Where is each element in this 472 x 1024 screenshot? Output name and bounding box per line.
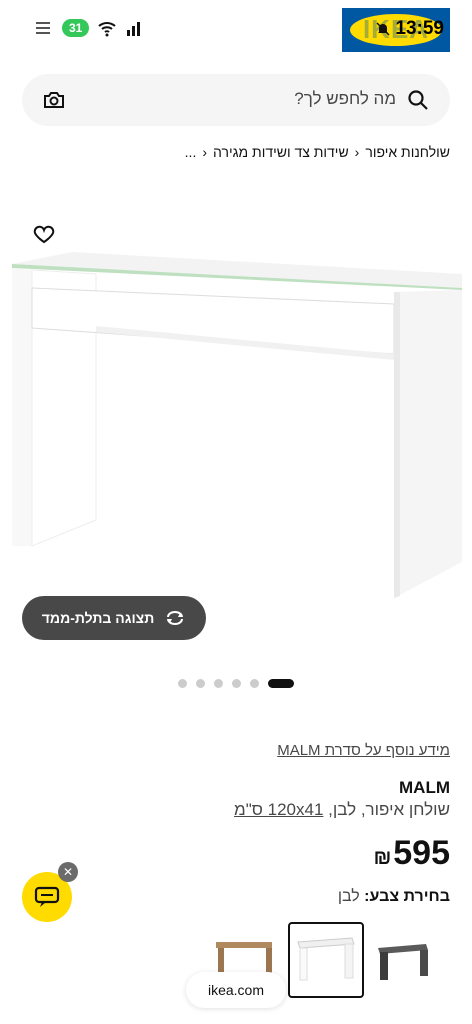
breadcrumb-item-category[interactable]: שידות צד ושידות מגירה [213, 144, 349, 160]
color-label: בחירת צבע: [364, 888, 450, 905]
breadcrumb-item-current[interactable]: שולחנות איפור [365, 144, 450, 160]
product-price: ₪ 595 [374, 836, 450, 870]
time-text: 13:59 [395, 18, 444, 39]
product-name: MALM [399, 778, 450, 797]
menu-icon [36, 22, 50, 34]
pagination-dot-active[interactable] [268, 679, 294, 688]
desk-right-edge [394, 292, 400, 598]
notification-badge: 31 [62, 19, 90, 37]
search-bar[interactable]: מה לחפש לך? [22, 74, 450, 126]
variant-image [297, 937, 355, 981]
variant-image [378, 944, 428, 980]
image-pagination [178, 679, 294, 688]
product-size-link[interactable]: 120x41 ס"מ [234, 800, 323, 819]
pagination-dot[interactable] [178, 679, 187, 688]
browser-url[interactable]: ikea.com [186, 972, 286, 1008]
price-value: 595 [393, 834, 450, 872]
variant-white-selected[interactable] [288, 922, 364, 998]
breadcrumb-item-more[interactable]: ... [185, 144, 197, 160]
view-3d-button[interactable]: תצוגה בתלת-ממד [22, 596, 206, 640]
view-3d-label: תצוגה בתלת-ממד [41, 610, 155, 626]
search-input[interactable]: מה לחפש לך? [294, 89, 396, 109]
camera-icon[interactable] [42, 88, 66, 112]
bell-mute-icon [376, 22, 390, 36]
pagination-dot[interactable] [250, 679, 259, 688]
product-description: שולחן איפור, לבן, 120x41 ס"מ [234, 800, 450, 820]
breadcrumb: שולחנות איפור ‹ שידות צד ושידות מגירה ‹ … [185, 144, 450, 160]
signal-icon [127, 22, 141, 36]
desk-right-leg [394, 290, 462, 598]
color-value: לבן [337, 888, 360, 905]
status-icons: 31 [34, 18, 145, 38]
color-selection: בחירת צבע: לבן [338, 888, 450, 906]
pagination-dot[interactable] [232, 679, 241, 688]
chevron-left-icon: ‹ [354, 144, 360, 160]
chevron-left-icon: ‹ [202, 144, 208, 160]
series-info-link[interactable]: מידע נוסף על סדרת MALM [277, 742, 450, 759]
pagination-dot[interactable] [214, 679, 223, 688]
desk-left-side [12, 268, 32, 546]
pagination-dot[interactable] [196, 679, 205, 688]
search-icon[interactable] [406, 88, 430, 112]
wifi-icon [98, 22, 117, 37]
chat-close-icon[interactable]: ✕ [58, 862, 78, 882]
description-text: שולחן איפור, לבן, [323, 800, 450, 819]
clock: 13:59 [375, 18, 444, 40]
currency-symbol: ₪ [373, 847, 392, 869]
status-bar: 31 IKEA 13:59 [0, 0, 472, 62]
chat-icon [34, 886, 60, 907]
rotate-3d-icon [167, 611, 184, 625]
product-image[interactable] [0, 240, 472, 610]
variant-black-brown[interactable] [366, 922, 442, 998]
